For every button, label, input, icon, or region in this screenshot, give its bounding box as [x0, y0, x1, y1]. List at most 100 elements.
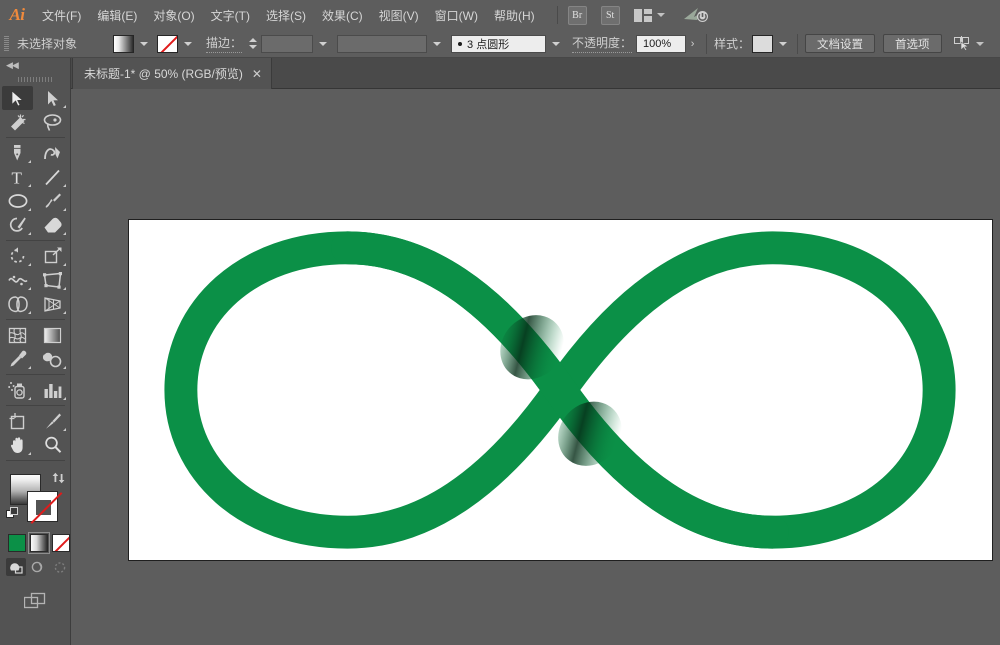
- workspace-switcher-icon[interactable]: [634, 9, 665, 22]
- tool-expand-nib-icon: [28, 160, 31, 163]
- color-controls: [0, 470, 71, 534]
- creative-cloud-sync-icon[interactable]: [683, 6, 709, 24]
- artboard-tool[interactable]: [2, 409, 33, 433]
- ellipse-tool[interactable]: [2, 189, 33, 213]
- gradient-mode-button[interactable]: [30, 534, 48, 552]
- chevron-down-icon: [657, 13, 665, 17]
- tools-divider: [6, 137, 65, 138]
- color-mode-button[interactable]: [8, 534, 26, 552]
- selection-tool[interactable]: [2, 86, 33, 110]
- collapse-panel-icon[interactable]: ◀◀: [0, 58, 70, 73]
- close-icon[interactable]: ✕: [252, 68, 262, 80]
- menu-item-edit[interactable]: 编辑(E): [89, 0, 145, 30]
- stroke-profile-input[interactable]: [337, 35, 427, 53]
- stroke-weight-stepper[interactable]: [247, 35, 258, 53]
- preferences-button[interactable]: 首选项: [883, 34, 942, 53]
- opacity-options-icon[interactable]: ›: [686, 35, 699, 53]
- direct-selection-tool[interactable]: [37, 86, 68, 110]
- menu-item-view[interactable]: 视图(V): [371, 0, 427, 30]
- column-graph-tool[interactable]: [37, 378, 68, 402]
- illustrator-window: Ai 文件(F) 编辑(E) 对象(O) 文字(T) 选择(S) 效果(C) 视…: [0, 0, 1000, 645]
- line-segment-tool[interactable]: [37, 165, 68, 189]
- curvature-tool[interactable]: [37, 141, 68, 165]
- document-setup-button[interactable]: 文档设置: [805, 34, 875, 53]
- opacity-input[interactable]: 100%: [636, 35, 686, 53]
- infinity-symbol-artwork[interactable]: [129, 220, 992, 560]
- mesh-tool[interactable]: [2, 323, 33, 347]
- document-tab-title: 未标题-1* @ 50% (RGB/预览): [84, 65, 243, 82]
- free-transform-tool[interactable]: [37, 268, 68, 292]
- paintbrush-tool[interactable]: [37, 189, 68, 213]
- stroke-weight-dropdown-icon[interactable]: [315, 35, 330, 53]
- tool-expand-nib-icon: [28, 232, 31, 235]
- eyedropper-tool[interactable]: [2, 347, 33, 371]
- gradient-tool[interactable]: [37, 323, 68, 347]
- infinity-right-lobe: [560, 248, 939, 532]
- width-tool[interactable]: [2, 268, 33, 292]
- tool-expand-nib-icon: [63, 232, 66, 235]
- menu-item-object[interactable]: 对象(O): [145, 0, 202, 30]
- menu-item-window[interactable]: 窗口(W): [427, 0, 486, 30]
- magic-wand-tool[interactable]: [2, 110, 33, 134]
- tools-divider: [6, 405, 65, 406]
- fill-color-swatch[interactable]: [113, 35, 134, 53]
- svg-text:T: T: [11, 169, 22, 187]
- draw-behind-button[interactable]: [28, 558, 48, 576]
- perspective-grid-tool[interactable]: [37, 292, 68, 316]
- type-tool[interactable]: T: [2, 165, 33, 189]
- stroke-weight-input[interactable]: [261, 35, 313, 53]
- stroke-profile-dropdown-icon[interactable]: [429, 35, 444, 53]
- menu-item-file[interactable]: 文件(F): [34, 0, 89, 30]
- tools-grid: T: [0, 86, 71, 464]
- options-bar-grip[interactable]: [4, 36, 9, 52]
- tools-divider: [6, 240, 65, 241]
- artboard[interactable]: [128, 219, 993, 561]
- tools-panel-grip[interactable]: [0, 73, 70, 86]
- tools-panel: ◀◀: [0, 58, 71, 645]
- brush-definition-dropdown-icon[interactable]: [548, 35, 563, 53]
- symbol-sprayer-tool[interactable]: [2, 378, 33, 402]
- tool-expand-nib-icon: [28, 208, 31, 211]
- shape-builder-tool[interactable]: [2, 292, 33, 316]
- lasso-tool[interactable]: [37, 110, 68, 134]
- eraser-tool[interactable]: [37, 213, 68, 237]
- stroke-color-swatch[interactable]: [27, 491, 58, 522]
- none-mode-button[interactable]: [52, 534, 70, 552]
- swap-fill-stroke-icon[interactable]: [52, 472, 65, 485]
- document-tab[interactable]: 未标题-1* @ 50% (RGB/预览) ✕: [72, 58, 272, 89]
- change-screen-mode-button[interactable]: [0, 592, 71, 610]
- draw-inside-button[interactable]: [50, 558, 70, 576]
- hand-tool[interactable]: [2, 433, 33, 457]
- fill-swatch-dropdown-icon[interactable]: [136, 35, 151, 53]
- default-fill-stroke-icon[interactable]: [6, 507, 19, 520]
- menu-item-type[interactable]: 文字(T): [203, 0, 258, 30]
- tool-expand-nib-icon: [63, 208, 66, 211]
- align-to-selection-icon[interactable]: [954, 36, 984, 51]
- tool-expand-nib-icon: [63, 263, 66, 266]
- tool-expand-nib-icon: [28, 311, 31, 314]
- rotate-tool[interactable]: [2, 244, 33, 268]
- menu-item-select[interactable]: 选择(S): [258, 0, 314, 30]
- pen-tool[interactable]: [2, 141, 33, 165]
- tool-expand-nib-icon: [63, 366, 66, 369]
- selection-status-label: 未选择对象: [17, 35, 113, 52]
- scale-tool[interactable]: [37, 244, 68, 268]
- graphic-style-swatch[interactable]: [752, 35, 773, 53]
- zoom-tool[interactable]: [37, 433, 68, 457]
- stock-button[interactable]: St: [601, 6, 620, 25]
- slice-tool[interactable]: [37, 409, 68, 433]
- graphic-style-dropdown-icon[interactable]: [775, 35, 790, 53]
- tool-expand-nib-icon: [63, 287, 66, 290]
- canvas-area[interactable]: [71, 89, 1000, 645]
- menu-item-help[interactable]: 帮助(H): [486, 0, 543, 30]
- shaper-tool[interactable]: [2, 213, 33, 237]
- draw-normal-button[interactable]: [6, 558, 26, 576]
- tool-expand-nib-icon: [28, 287, 31, 290]
- tool-expand-nib-icon: [28, 184, 31, 187]
- menu-item-effect[interactable]: 效果(C): [314, 0, 371, 30]
- blend-tool[interactable]: [37, 347, 68, 371]
- bridge-button[interactable]: Br: [568, 6, 587, 25]
- stroke-color-swatch[interactable]: [157, 35, 178, 53]
- brush-definition-select[interactable]: 3 点圆形: [451, 35, 546, 53]
- stroke-swatch-dropdown-icon[interactable]: [180, 35, 195, 53]
